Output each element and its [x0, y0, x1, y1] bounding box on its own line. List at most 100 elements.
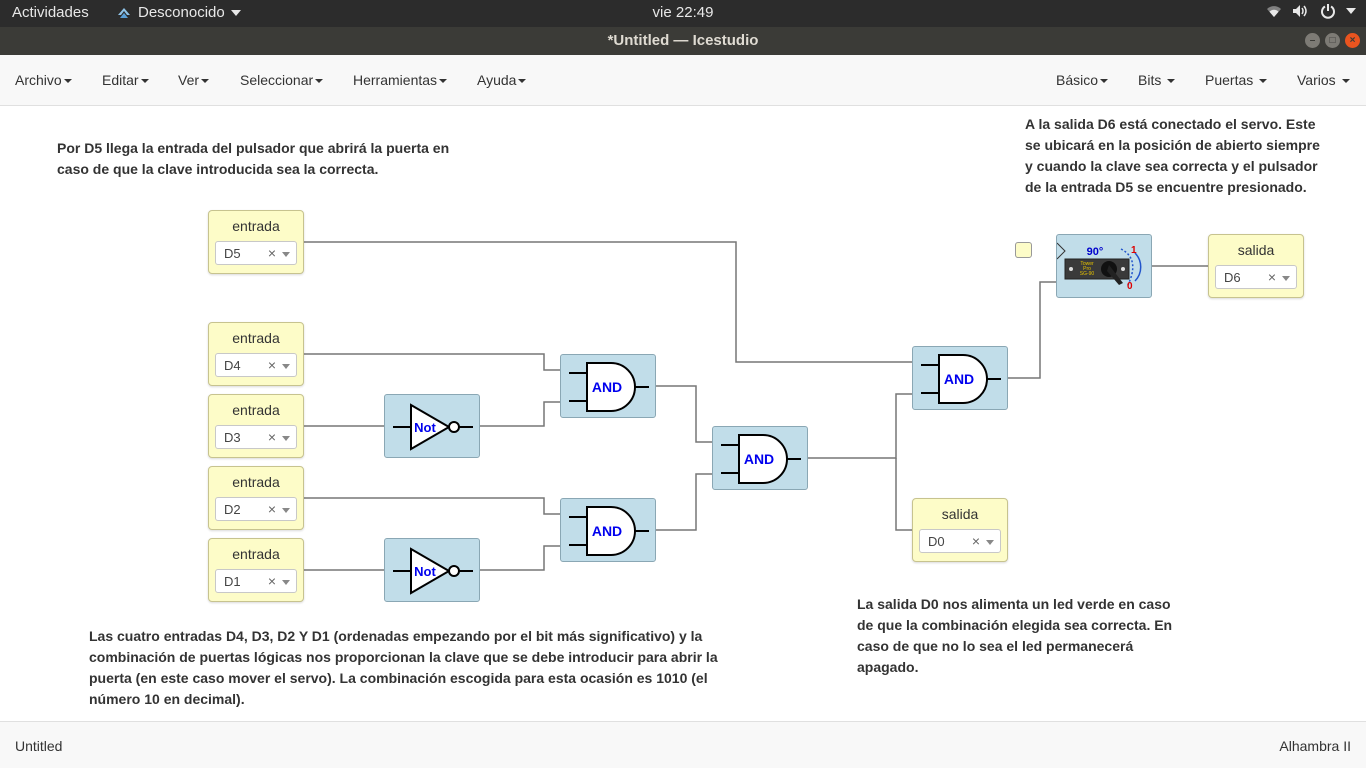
- input-label: entrada: [232, 218, 280, 234]
- app-menu[interactable]: Desconocido: [116, 4, 241, 21]
- clear-icon[interactable]: ×: [268, 501, 276, 517]
- wifi-icon: [1267, 6, 1281, 17]
- menu-bar: Archivo Editar Ver Seleccionar Herramien…: [0, 55, 1366, 106]
- chevron-down-icon: [315, 79, 324, 84]
- dropdown-arrow-icon[interactable]: [282, 508, 290, 513]
- menu-label: Seleccionar: [240, 72, 314, 88]
- input-block-d1[interactable]: entrada D1 ×: [208, 538, 304, 602]
- dropdown-arrow-icon[interactable]: [986, 540, 994, 545]
- not-gate-2[interactable]: Not: [384, 538, 480, 602]
- dropdown-arrow-icon[interactable]: [282, 580, 290, 585]
- menu-editar[interactable]: Editar: [102, 72, 149, 88]
- menu-label: Básico: [1056, 72, 1099, 88]
- menu-ver[interactable]: Ver: [178, 72, 210, 88]
- input-block-d2[interactable]: entrada D2 ×: [208, 466, 304, 530]
- servo-block[interactable]: 90° 1 0 Tower Pro SG-90: [1056, 234, 1152, 298]
- clock[interactable]: vie 22:49: [653, 4, 714, 21]
- and-gate-icon: AND: [569, 362, 649, 412]
- dropdown-arrow-icon[interactable]: [282, 364, 290, 369]
- app-icon: [118, 7, 130, 18]
- gate-label: Not: [414, 564, 436, 579]
- comment-top-right[interactable]: A la salida D6 está conectado el servo. …: [1025, 114, 1325, 198]
- comment-top-left[interactable]: Por D5 llega la entrada del pulsador que…: [57, 138, 467, 180]
- input-block-d5[interactable]: entrada D5 ×: [208, 210, 304, 274]
- menu-bits[interactable]: Bits: [1138, 72, 1176, 88]
- gate-label: Not: [414, 420, 436, 435]
- chevron-down-icon: [1100, 79, 1109, 84]
- and-gate-3[interactable]: AND: [712, 426, 808, 490]
- input-label: entrada: [232, 474, 280, 490]
- system-top-bar: Actividades Desconocido vie 22:49: [0, 0, 1366, 27]
- wire-not1: [480, 401, 561, 427]
- menu-varios[interactable]: Varios: [1297, 72, 1350, 88]
- clear-icon[interactable]: ×: [268, 573, 276, 589]
- dropdown-arrow-icon[interactable]: [282, 252, 290, 257]
- wire-and3: [808, 393, 913, 459]
- and-gate-icon: AND: [921, 354, 1001, 404]
- chevron-down-icon: [439, 79, 448, 84]
- window-title: *Untitled — Icestudio: [607, 32, 759, 49]
- not-gate-icon: Not: [393, 403, 473, 451]
- not-gate-icon: Not: [393, 547, 473, 595]
- pin-select[interactable]: D2 ×: [215, 497, 297, 521]
- clear-icon[interactable]: ×: [268, 429, 276, 445]
- gate-label: AND: [944, 371, 974, 387]
- clear-icon[interactable]: ×: [972, 533, 980, 549]
- pin-select[interactable]: D3 ×: [215, 425, 297, 449]
- system-tray[interactable]: [1266, 3, 1356, 19]
- pin-select[interactable]: D0 ×: [919, 529, 1001, 553]
- volume-icon: [1293, 5, 1307, 17]
- and-gate-4[interactable]: AND: [912, 346, 1008, 410]
- circuit-canvas[interactable]: Por D5 llega la entrada del pulsador que…: [0, 106, 1366, 721]
- input-block-d3[interactable]: entrada D3 ×: [208, 394, 304, 458]
- gate-label: AND: [592, 379, 622, 395]
- pin-select[interactable]: D6 ×: [1215, 265, 1297, 289]
- menu-seleccionar[interactable]: Seleccionar: [240, 72, 324, 88]
- minimize-button[interactable]: –: [1305, 33, 1320, 48]
- chevron-down-icon: [1341, 79, 1350, 84]
- menu-puertas[interactable]: Puertas: [1205, 72, 1268, 88]
- status-board[interactable]: Alhambra II: [1279, 738, 1351, 754]
- status-bar: Untitled Alhambra II: [0, 721, 1366, 768]
- maximize-button[interactable]: □: [1325, 33, 1340, 48]
- menu-basico[interactable]: Básico: [1056, 72, 1109, 88]
- activities-button[interactable]: Actividades: [12, 4, 89, 21]
- maximize-icon: □: [1329, 35, 1336, 46]
- pin-select[interactable]: D4 ×: [215, 353, 297, 377]
- pin-select[interactable]: D5 ×: [215, 241, 297, 265]
- chevron-down-icon: [230, 9, 241, 16]
- clear-icon[interactable]: ×: [1268, 269, 1276, 285]
- comment-bottom-right[interactable]: La salida D0 nos alimenta un led verde e…: [857, 594, 1187, 678]
- chevron-down-icon: [63, 79, 72, 84]
- and-gate-icon: AND: [721, 434, 801, 484]
- dropdown-arrow-icon[interactable]: [1282, 276, 1290, 281]
- chevron-down-icon: [1259, 79, 1268, 84]
- pin-value: D3: [224, 430, 241, 445]
- menu-herramientas[interactable]: Herramientas: [353, 72, 448, 88]
- comment-bottom-left[interactable]: Las cuatro entradas D4, D3, D2 Y D1 (ord…: [89, 626, 749, 710]
- power-icon: [1321, 4, 1335, 19]
- wire-and2: [656, 473, 713, 531]
- dropdown-arrow-icon[interactable]: [282, 436, 290, 441]
- not-gate-1[interactable]: Not: [384, 394, 480, 458]
- output-block-d6[interactable]: salida D6 ×: [1208, 234, 1304, 298]
- pin-value: D5: [224, 246, 241, 261]
- menu-ayuda[interactable]: Ayuda: [477, 72, 527, 88]
- output-label: salida: [941, 506, 979, 522]
- clear-icon[interactable]: ×: [268, 245, 276, 261]
- menu-label: Bits: [1138, 72, 1162, 88]
- gate-label: AND: [744, 451, 774, 467]
- servo-port-tab[interactable]: [1015, 242, 1032, 258]
- clear-icon[interactable]: ×: [268, 357, 276, 373]
- and-gate-2[interactable]: AND: [560, 498, 656, 562]
- servo-low: 0: [1127, 281, 1133, 292]
- pin-value: D0: [928, 534, 945, 549]
- chevron-down-icon: [518, 79, 527, 84]
- input-block-d4[interactable]: entrada D4 ×: [208, 322, 304, 386]
- output-block-d0[interactable]: salida D0 ×: [912, 498, 1008, 562]
- and-gate-1[interactable]: AND: [560, 354, 656, 418]
- close-button[interactable]: ×: [1345, 33, 1360, 48]
- wire-and4: [1008, 281, 1057, 379]
- pin-select[interactable]: D1 ×: [215, 569, 297, 593]
- menu-archivo[interactable]: Archivo: [15, 72, 72, 88]
